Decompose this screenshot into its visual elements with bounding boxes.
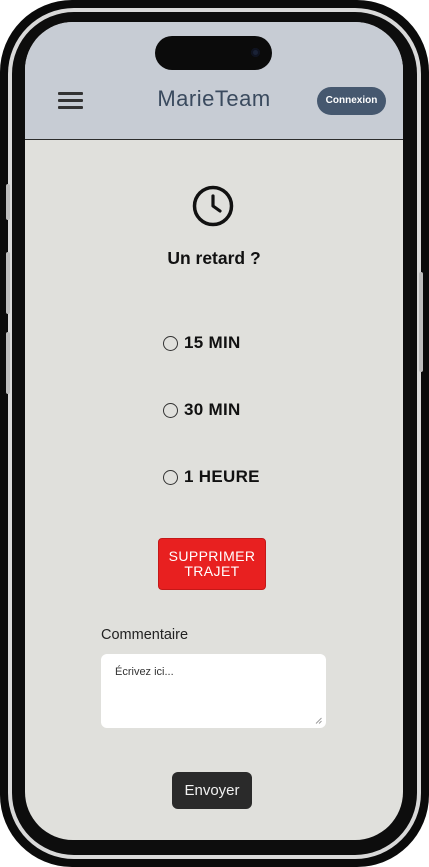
comment-label: Commentaire: [101, 627, 189, 643]
delete-label-line2: TRAJET: [184, 563, 240, 579]
login-button[interactable]: Connexion: [317, 87, 386, 115]
delete-label-line1: SUPPRIMER: [168, 548, 256, 564]
delay-heading: Un retard ?: [167, 248, 261, 268]
comment-placeholder: Écrivez ici...: [115, 666, 174, 678]
side-button: [419, 272, 423, 372]
camera: [251, 48, 260, 57]
delete-trip-button[interactable]: SUPPRIMER TRAJET: [158, 538, 266, 590]
radio-button[interactable]: [163, 335, 178, 351]
comment-textarea[interactable]: Écrivez ici...: [101, 654, 326, 728]
option-30-min[interactable]: 30 MIN: [163, 398, 241, 422]
side-button: [6, 184, 10, 220]
send-button[interactable]: Envoyer: [172, 772, 252, 809]
radio-button[interactable]: [163, 469, 178, 485]
resize-handle-icon[interactable]: [315, 717, 322, 724]
option-label: 1 HEURE: [184, 467, 260, 486]
option-label: 30 MIN: [184, 400, 241, 419]
radio-button[interactable]: [163, 402, 178, 418]
option-1-heure[interactable]: 1 HEURE: [163, 465, 260, 489]
side-button: [6, 332, 10, 394]
option-label: 15 MIN: [184, 333, 241, 352]
clock-icon: [192, 185, 234, 227]
side-button: [6, 252, 10, 314]
app-screen: MarieTeam Connexion Un retard ? 15 MIN 3…: [25, 22, 403, 840]
option-15-min[interactable]: 15 MIN: [163, 331, 241, 355]
